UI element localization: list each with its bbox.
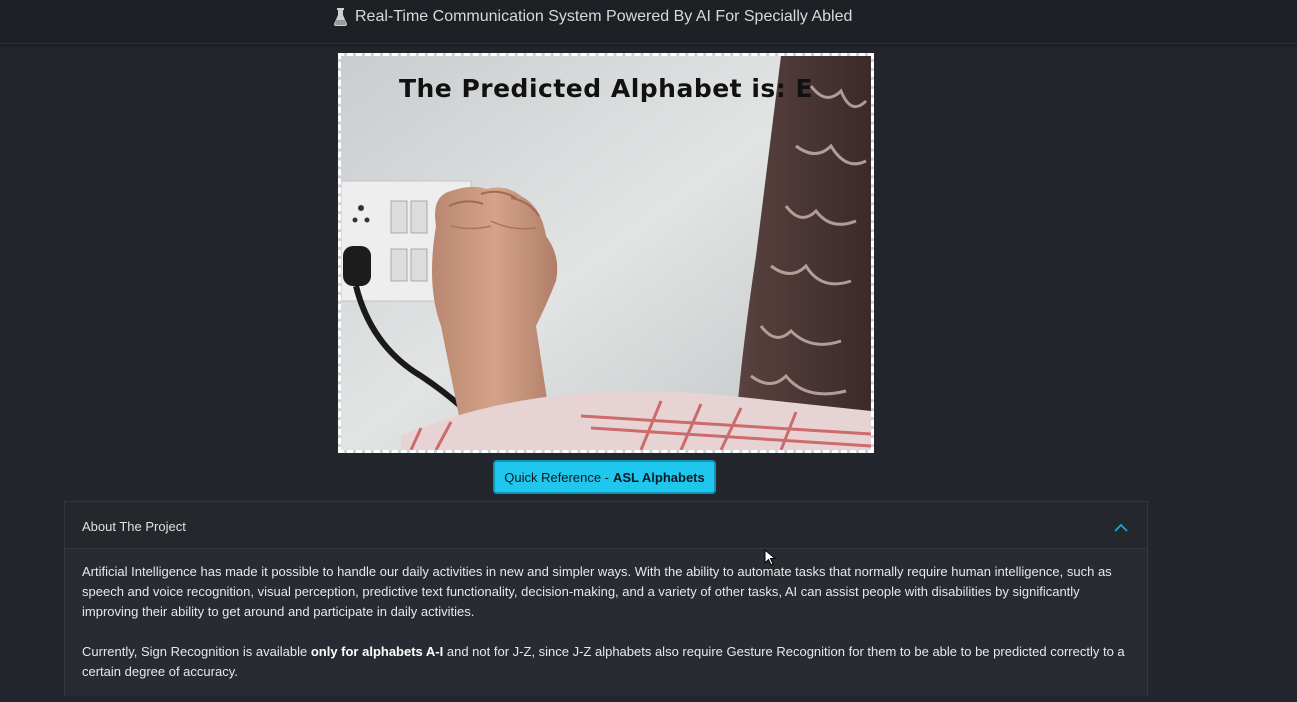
about-accordion-title: About The Project	[82, 519, 186, 534]
webcam-image	[341, 56, 871, 450]
app-title: Real-Time Communication System Powered B…	[355, 8, 853, 25]
quick-reference-label-prefix: Quick Reference -	[504, 469, 609, 485]
about-paragraph-2-start: Currently, Sign Recognition is available	[82, 644, 311, 659]
flask-icon	[333, 8, 348, 26]
about-accordion-body: Artificial Intelligence has made it poss…	[82, 562, 1130, 702]
webcam-feed: The Predicted Alphabet is: E	[338, 53, 874, 453]
navbar-brand[interactable]: Real-Time Communication System Powered B…	[333, 7, 852, 27]
quick-reference-button[interactable]: Quick Reference - ASL Alphabets	[493, 460, 716, 494]
about-paragraph-2-bold: only for alphabets A-I	[310, 644, 444, 659]
chevron-up-icon[interactable]	[1114, 520, 1128, 532]
about-paragraph-2: Currently, Sign Recognition is available…	[82, 642, 1130, 682]
quick-reference-label-bold: ASL Alphabets	[613, 469, 705, 485]
prediction-overlay-text: The Predicted Alphabet is: E	[398, 74, 814, 103]
top-navbar: Real-Time Communication System Powered B…	[0, 0, 1297, 44]
about-accordion-header[interactable]: About The Project	[65, 502, 1147, 549]
about-paragraph-1: Artificial Intelligence has made it poss…	[82, 564, 1112, 619]
about-accordion: About The Project Artificial Intelligenc…	[64, 501, 1148, 696]
mouse-cursor-icon	[764, 548, 777, 567]
